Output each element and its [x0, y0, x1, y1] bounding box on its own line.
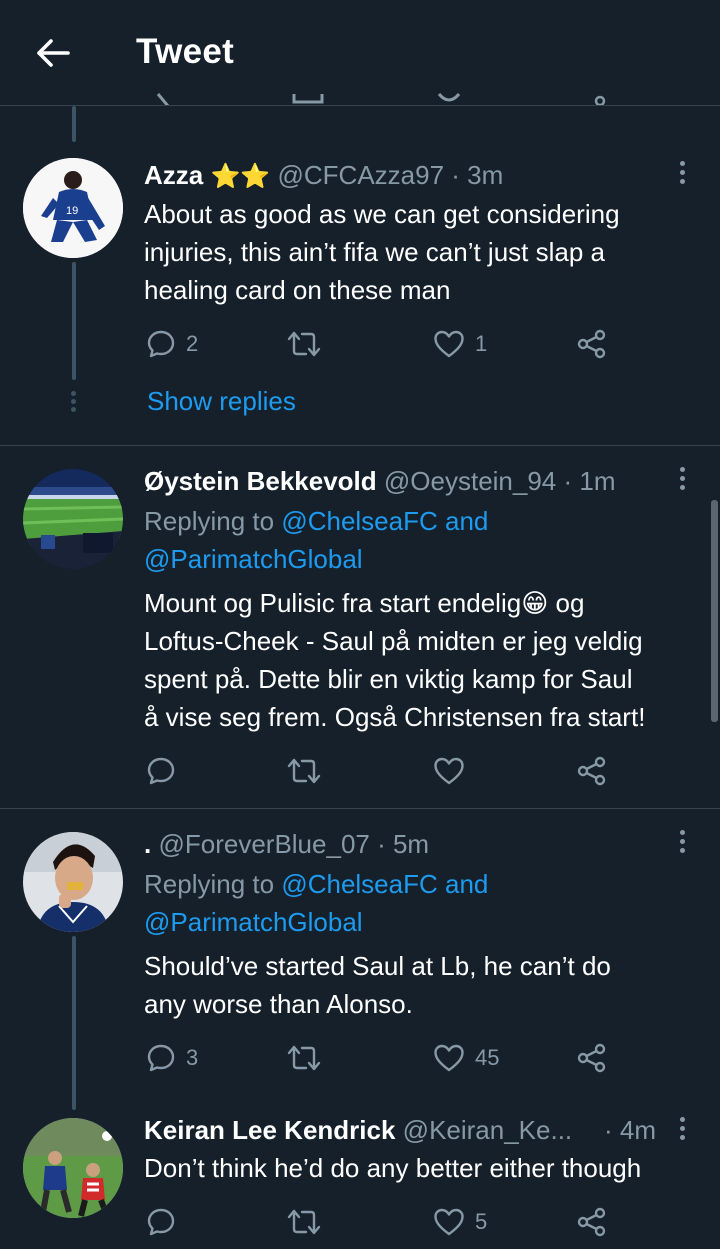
- heart-icon: [436, 92, 462, 105]
- top-bar: Tweet: [0, 0, 720, 106]
- retweet-button[interactable]: [286, 1204, 332, 1240]
- back-button[interactable]: [34, 34, 72, 72]
- share-icon: [592, 92, 608, 105]
- reply-button[interactable]: [146, 1204, 186, 1240]
- share-button[interactable]: [576, 1204, 608, 1240]
- heart-icon: [434, 1208, 464, 1236]
- page-title: Tweet: [136, 32, 235, 71]
- tweet-text: Don’t think he’d do any better either th…: [144, 1153, 642, 1183]
- scrollbar[interactable]: [711, 500, 718, 722]
- arrow-left-icon: [37, 39, 70, 67]
- timestamp[interactable]: · 4m: [604, 1115, 656, 1146]
- retweet-icon: [292, 92, 326, 105]
- user-handle[interactable]: @Keiran_Ke...: [403, 1115, 572, 1145]
- comment-bubble-icon: [147, 1208, 175, 1236]
- tweet[interactable]: Keiran Lee Kendrick @Keiran_Ke... · 4m D…: [0, 0, 720, 1249]
- like-button[interactable]: 5: [433, 1204, 487, 1240]
- display-name[interactable]: Keiran Lee Kendrick: [144, 1115, 395, 1145]
- more-button[interactable]: [678, 1117, 686, 1144]
- retweet-icon: [287, 1209, 321, 1235]
- comment-bubble-icon: [156, 92, 176, 105]
- previous-tweet-actions: [0, 92, 720, 105]
- like-count: 5: [475, 1209, 488, 1234]
- share-icon: [577, 1207, 606, 1237]
- tweet-actions: 5: [146, 1204, 616, 1240]
- tweet-header: Keiran Lee Kendrick @Keiran_Ke...: [144, 1115, 572, 1146]
- avatar[interactable]: [23, 1118, 123, 1218]
